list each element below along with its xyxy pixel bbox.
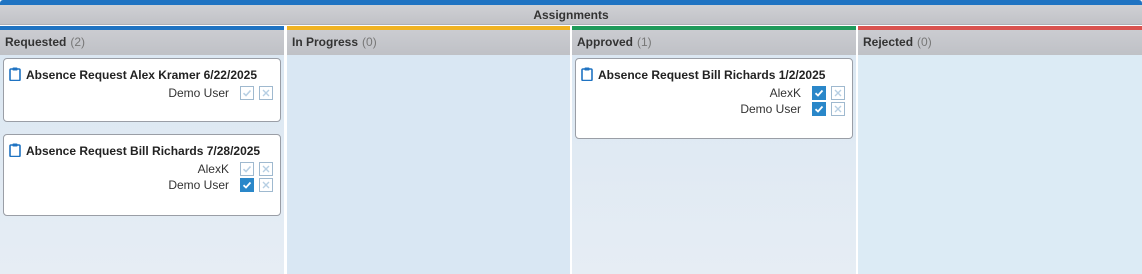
- reject-checkbox[interactable]: [831, 102, 845, 116]
- assignee-row: AlexK: [770, 85, 845, 101]
- column-body: [287, 55, 570, 274]
- assignee-name: Demo User: [168, 86, 229, 100]
- assignee-row: Demo User: [168, 177, 273, 193]
- column-title: Requested: [5, 35, 67, 49]
- column-header-rejected[interactable]: Rejected (0): [858, 30, 1142, 55]
- column-in-progress: In Progress (0): [287, 26, 570, 274]
- task-card[interactable]: Absence Request Bill Richards 7/28/2025 …: [3, 134, 281, 216]
- card-title[interactable]: Absence Request Alex Kramer 6/22/2025: [9, 67, 257, 82]
- x-icon: [262, 89, 270, 97]
- column-count: (2): [70, 35, 86, 49]
- approve-checkbox[interactable]: [812, 102, 826, 116]
- column-header-in-progress[interactable]: In Progress (0): [287, 30, 570, 55]
- column-title: Approved: [577, 35, 634, 49]
- card-title-text: Absence Request Alex Kramer 6/22/2025: [26, 68, 258, 82]
- x-icon: [262, 165, 270, 173]
- task-card[interactable]: Absence Request Alex Kramer 6/22/2025 De…: [3, 58, 281, 122]
- card-title-text: Absence Request Bill Richards 1/2/2025: [598, 68, 826, 82]
- approve-checkbox[interactable]: [240, 178, 254, 192]
- column-header-approved[interactable]: Approved (1): [572, 30, 856, 55]
- check-icon: [242, 181, 252, 189]
- column-body: [858, 55, 1142, 274]
- approve-checkbox[interactable]: [812, 86, 826, 100]
- assignee-name: Demo User: [168, 178, 229, 192]
- assignee-name: AlexK: [769, 86, 801, 100]
- approve-checkbox[interactable]: [240, 86, 254, 100]
- column-title: In Progress: [292, 35, 359, 49]
- column-count: (1): [637, 35, 652, 49]
- clipboard-icon: [9, 143, 21, 157]
- column-rejected: Rejected (0): [858, 26, 1142, 274]
- assignments-board: Assignments Requested (2) Absence Request…: [0, 0, 1142, 274]
- column-count: (0): [362, 35, 377, 49]
- reject-checkbox[interactable]: [259, 178, 273, 192]
- clipboard-icon: [9, 67, 21, 81]
- check-icon: [814, 105, 824, 113]
- check-icon: [242, 165, 252, 173]
- card-title[interactable]: Absence Request Bill Richards 1/2/2025: [581, 67, 825, 82]
- column-approved: Approved (1) Absence Request Bill Richard…: [572, 26, 856, 274]
- x-icon: [834, 105, 842, 113]
- column-title: Rejected: [863, 35, 914, 49]
- reject-checkbox[interactable]: [259, 86, 273, 100]
- approve-checkbox[interactable]: [240, 162, 254, 176]
- column-header-requested[interactable]: Requested (2): [0, 30, 284, 55]
- reject-checkbox[interactable]: [259, 162, 273, 176]
- card-title[interactable]: Absence Request Bill Richards 7/28/2025: [9, 143, 260, 158]
- reject-checkbox[interactable]: [831, 86, 845, 100]
- board-title: Assignments: [0, 5, 1142, 25]
- card-title-text: Absence Request Bill Richards 7/28/2025: [26, 144, 261, 158]
- column-requested: Requested (2) Absence Request Alex Kramer…: [0, 26, 284, 274]
- check-icon: [814, 89, 824, 97]
- x-icon: [262, 181, 270, 189]
- assignee-row: Demo User: [740, 101, 845, 117]
- column-count: (0): [917, 35, 932, 49]
- x-icon: [834, 89, 842, 97]
- check-icon: [242, 89, 252, 97]
- clipboard-icon: [581, 67, 593, 81]
- assignee-name: Demo User: [740, 102, 801, 116]
- assignee-name: AlexK: [197, 162, 229, 176]
- task-card[interactable]: Absence Request Bill Richards 1/2/2025 A…: [575, 58, 853, 139]
- assignee-row: Demo User: [168, 85, 273, 101]
- assignee-row: AlexK: [198, 161, 273, 177]
